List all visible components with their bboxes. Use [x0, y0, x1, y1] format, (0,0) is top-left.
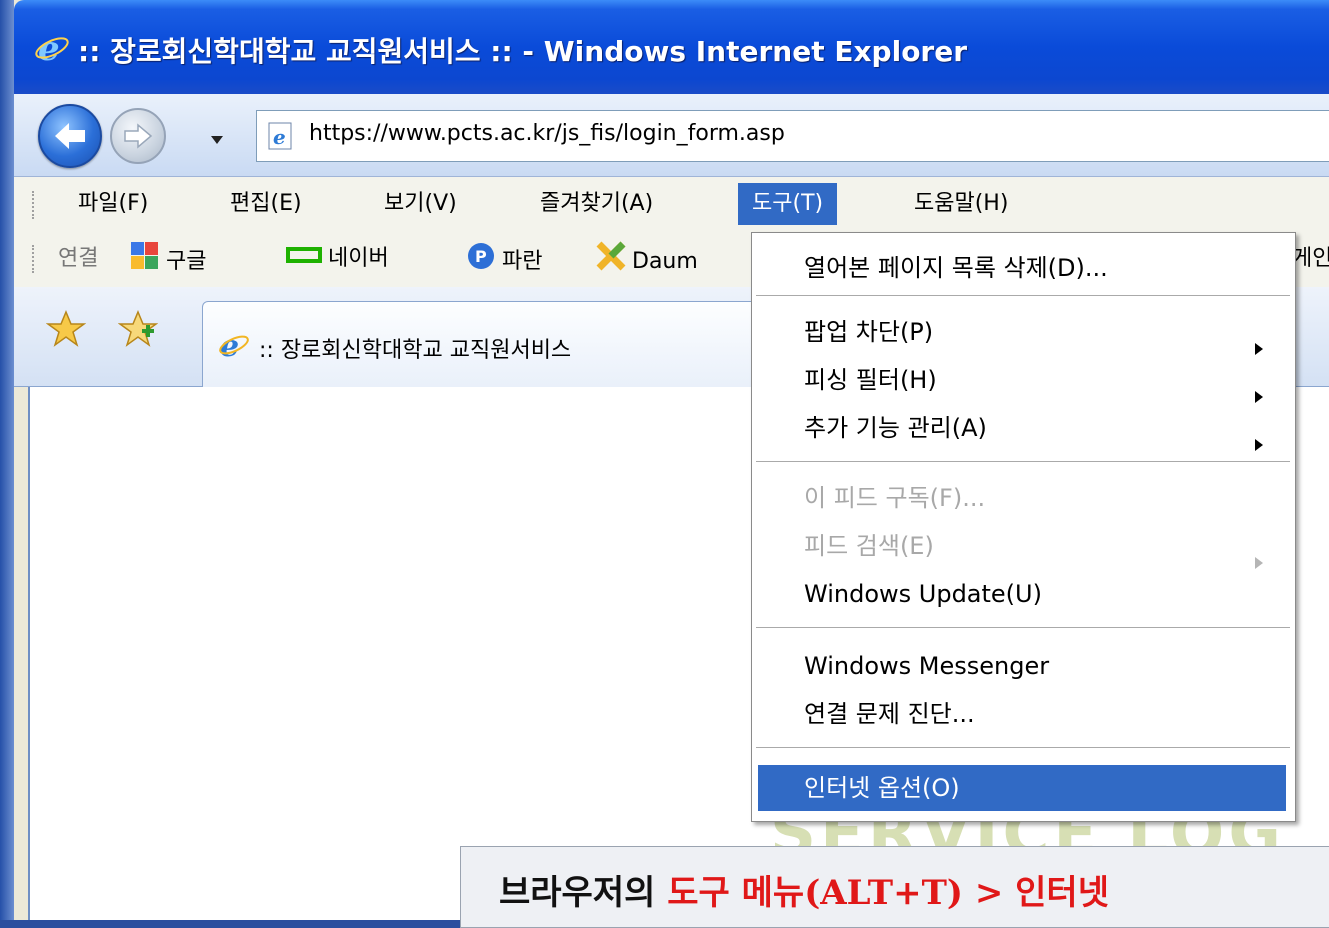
menu-diagnose-connection[interactable]: 연결 문제 진단... — [758, 691, 1286, 737]
forward-button[interactable] — [110, 108, 166, 164]
back-button[interactable] — [38, 104, 102, 168]
link-naver-label: 네이버 — [328, 246, 389, 271]
link-daum[interactable]: Daum — [596, 241, 698, 277]
link-daum-label: Daum — [632, 249, 698, 274]
menu-file[interactable]: 파일(F) — [64, 183, 162, 225]
tab-title: :: 장로회신학대학교 교직원서비스 — [259, 338, 572, 363]
menu-item-label: 피싱 필터(H) — [804, 366, 937, 394]
favorites-center-star-icon[interactable] — [45, 309, 87, 353]
menu-phishing-filter[interactable]: 피싱 필터(H) — [758, 357, 1286, 403]
menu-subscribe-feed: 이 피드 구독(F)... — [758, 475, 1286, 521]
add-to-favorites-icon[interactable] — [117, 309, 159, 353]
menu-item-label: 이 피드 구독(F)... — [804, 484, 986, 512]
menu-bar: 파일(F) 편집(E) 보기(V) 즐겨찾기(A) 도구(T) 도움말(H) — [14, 177, 1329, 231]
menu-item-label: Windows Messenger — [804, 652, 1050, 680]
window-title: :: 장로회신학대학교 교직원서비스 :: - Windows Internet… — [78, 35, 968, 68]
url-text: https://www.pcts.ac.kr/js_fis/login_form… — [309, 121, 785, 146]
menu-item-label: Windows Update(U) — [804, 580, 1042, 608]
paran-icon: P — [466, 241, 496, 283]
forward-arrow-icon — [124, 123, 153, 149]
links-label: 연결 — [58, 246, 99, 271]
caption-highlight: 도구 메뉴(ALT+T) > 인터넷 — [667, 873, 1109, 913]
browser-window: e :: 장로회신학대학교 교직원서비스 :: - Windows Intern… — [14, 0, 1329, 920]
svg-text:P: P — [475, 247, 487, 266]
menu-item-label: 팝업 차단(P) — [804, 318, 934, 346]
menu-separator — [756, 461, 1290, 462]
links-overflow-text: 게인 — [1292, 246, 1329, 271]
menu-edit[interactable]: 편집(E) — [216, 183, 316, 225]
toolbar-grip[interactable] — [32, 245, 38, 273]
ie-logo-icon: e — [34, 29, 70, 70]
tab-ie-icon: e — [217, 328, 251, 366]
naver-icon — [286, 241, 322, 277]
menu-item-label: 연결 문제 진단... — [804, 700, 975, 728]
recent-pages-dropdown-icon[interactable] — [210, 130, 224, 149]
menu-item-label: 피드 검색(E) — [804, 532, 934, 560]
daum-icon — [596, 241, 626, 283]
instruction-caption: 브라우저의 도구 메뉴(ALT+T) > 인터넷 — [460, 846, 1329, 928]
address-bar[interactable]: e https://www.pcts.ac.kr/js_fis/login_fo… — [256, 110, 1329, 162]
menu-favorites[interactable]: 즐겨찾기(A) — [526, 183, 667, 225]
menu-feed-discovery: 피드 검색(E) — [758, 523, 1286, 569]
link-paran-label: 파란 — [502, 249, 543, 274]
link-naver[interactable]: 네이버 — [286, 241, 389, 277]
menu-tools[interactable]: 도구(T) — [738, 183, 838, 225]
navigation-bar: e https://www.pcts.ac.kr/js_fis/login_fo… — [14, 94, 1329, 177]
caption-prefix: 브라우저의 — [499, 873, 668, 913]
title-bar[interactable]: e :: 장로회신학대학교 교직원서비스 :: - Windows Intern… — [14, 0, 1329, 94]
menu-separator — [756, 627, 1290, 628]
menu-view[interactable]: 보기(V) — [370, 183, 471, 225]
menu-separator — [756, 295, 1290, 296]
link-paran[interactable]: P 파란 — [466, 241, 542, 277]
google-icon — [130, 241, 160, 283]
menu-popup-blocker[interactable]: 팝업 차단(P) — [758, 309, 1286, 355]
toolbar-grip[interactable] — [32, 191, 38, 219]
menu-internet-options[interactable]: 인터넷 옵션(O) — [758, 765, 1286, 811]
tools-menu-dropdown: 열어본 페이지 목록 삭제(D)... 팝업 차단(P) 피싱 필터(H) 추가… — [751, 232, 1296, 822]
svg-text:e: e — [38, 30, 60, 66]
back-arrow-icon — [55, 123, 85, 149]
tab-active[interactable]: e :: 장로회신학대학교 교직원서비스 — [202, 301, 804, 388]
menu-item-label: 열어본 페이지 목록 삭제(D)... — [804, 254, 1108, 282]
caption-text: 브라우저의 도구 메뉴(ALT+T) > 인터넷 — [499, 865, 1109, 914]
menu-separator — [756, 747, 1290, 748]
menu-windows-update[interactable]: Windows Update(U) — [758, 571, 1286, 617]
menu-help[interactable]: 도움말(H) — [900, 183, 1022, 225]
link-google-label: 구글 — [166, 249, 207, 274]
menu-manage-addons[interactable]: 추가 기능 관리(A) — [758, 405, 1286, 451]
menu-delete-history[interactable]: 열어본 페이지 목록 삭제(D)... — [758, 245, 1286, 291]
svg-text:e: e — [273, 125, 286, 149]
link-google[interactable]: 구글 — [130, 241, 206, 277]
menu-item-label: 인터넷 옵션(O) — [804, 774, 960, 802]
menu-windows-messenger[interactable]: Windows Messenger — [758, 643, 1286, 689]
page-icon: e — [267, 122, 295, 154]
desktop-edge — [0, 0, 14, 920]
menu-item-label: 추가 기능 관리(A) — [804, 414, 987, 442]
